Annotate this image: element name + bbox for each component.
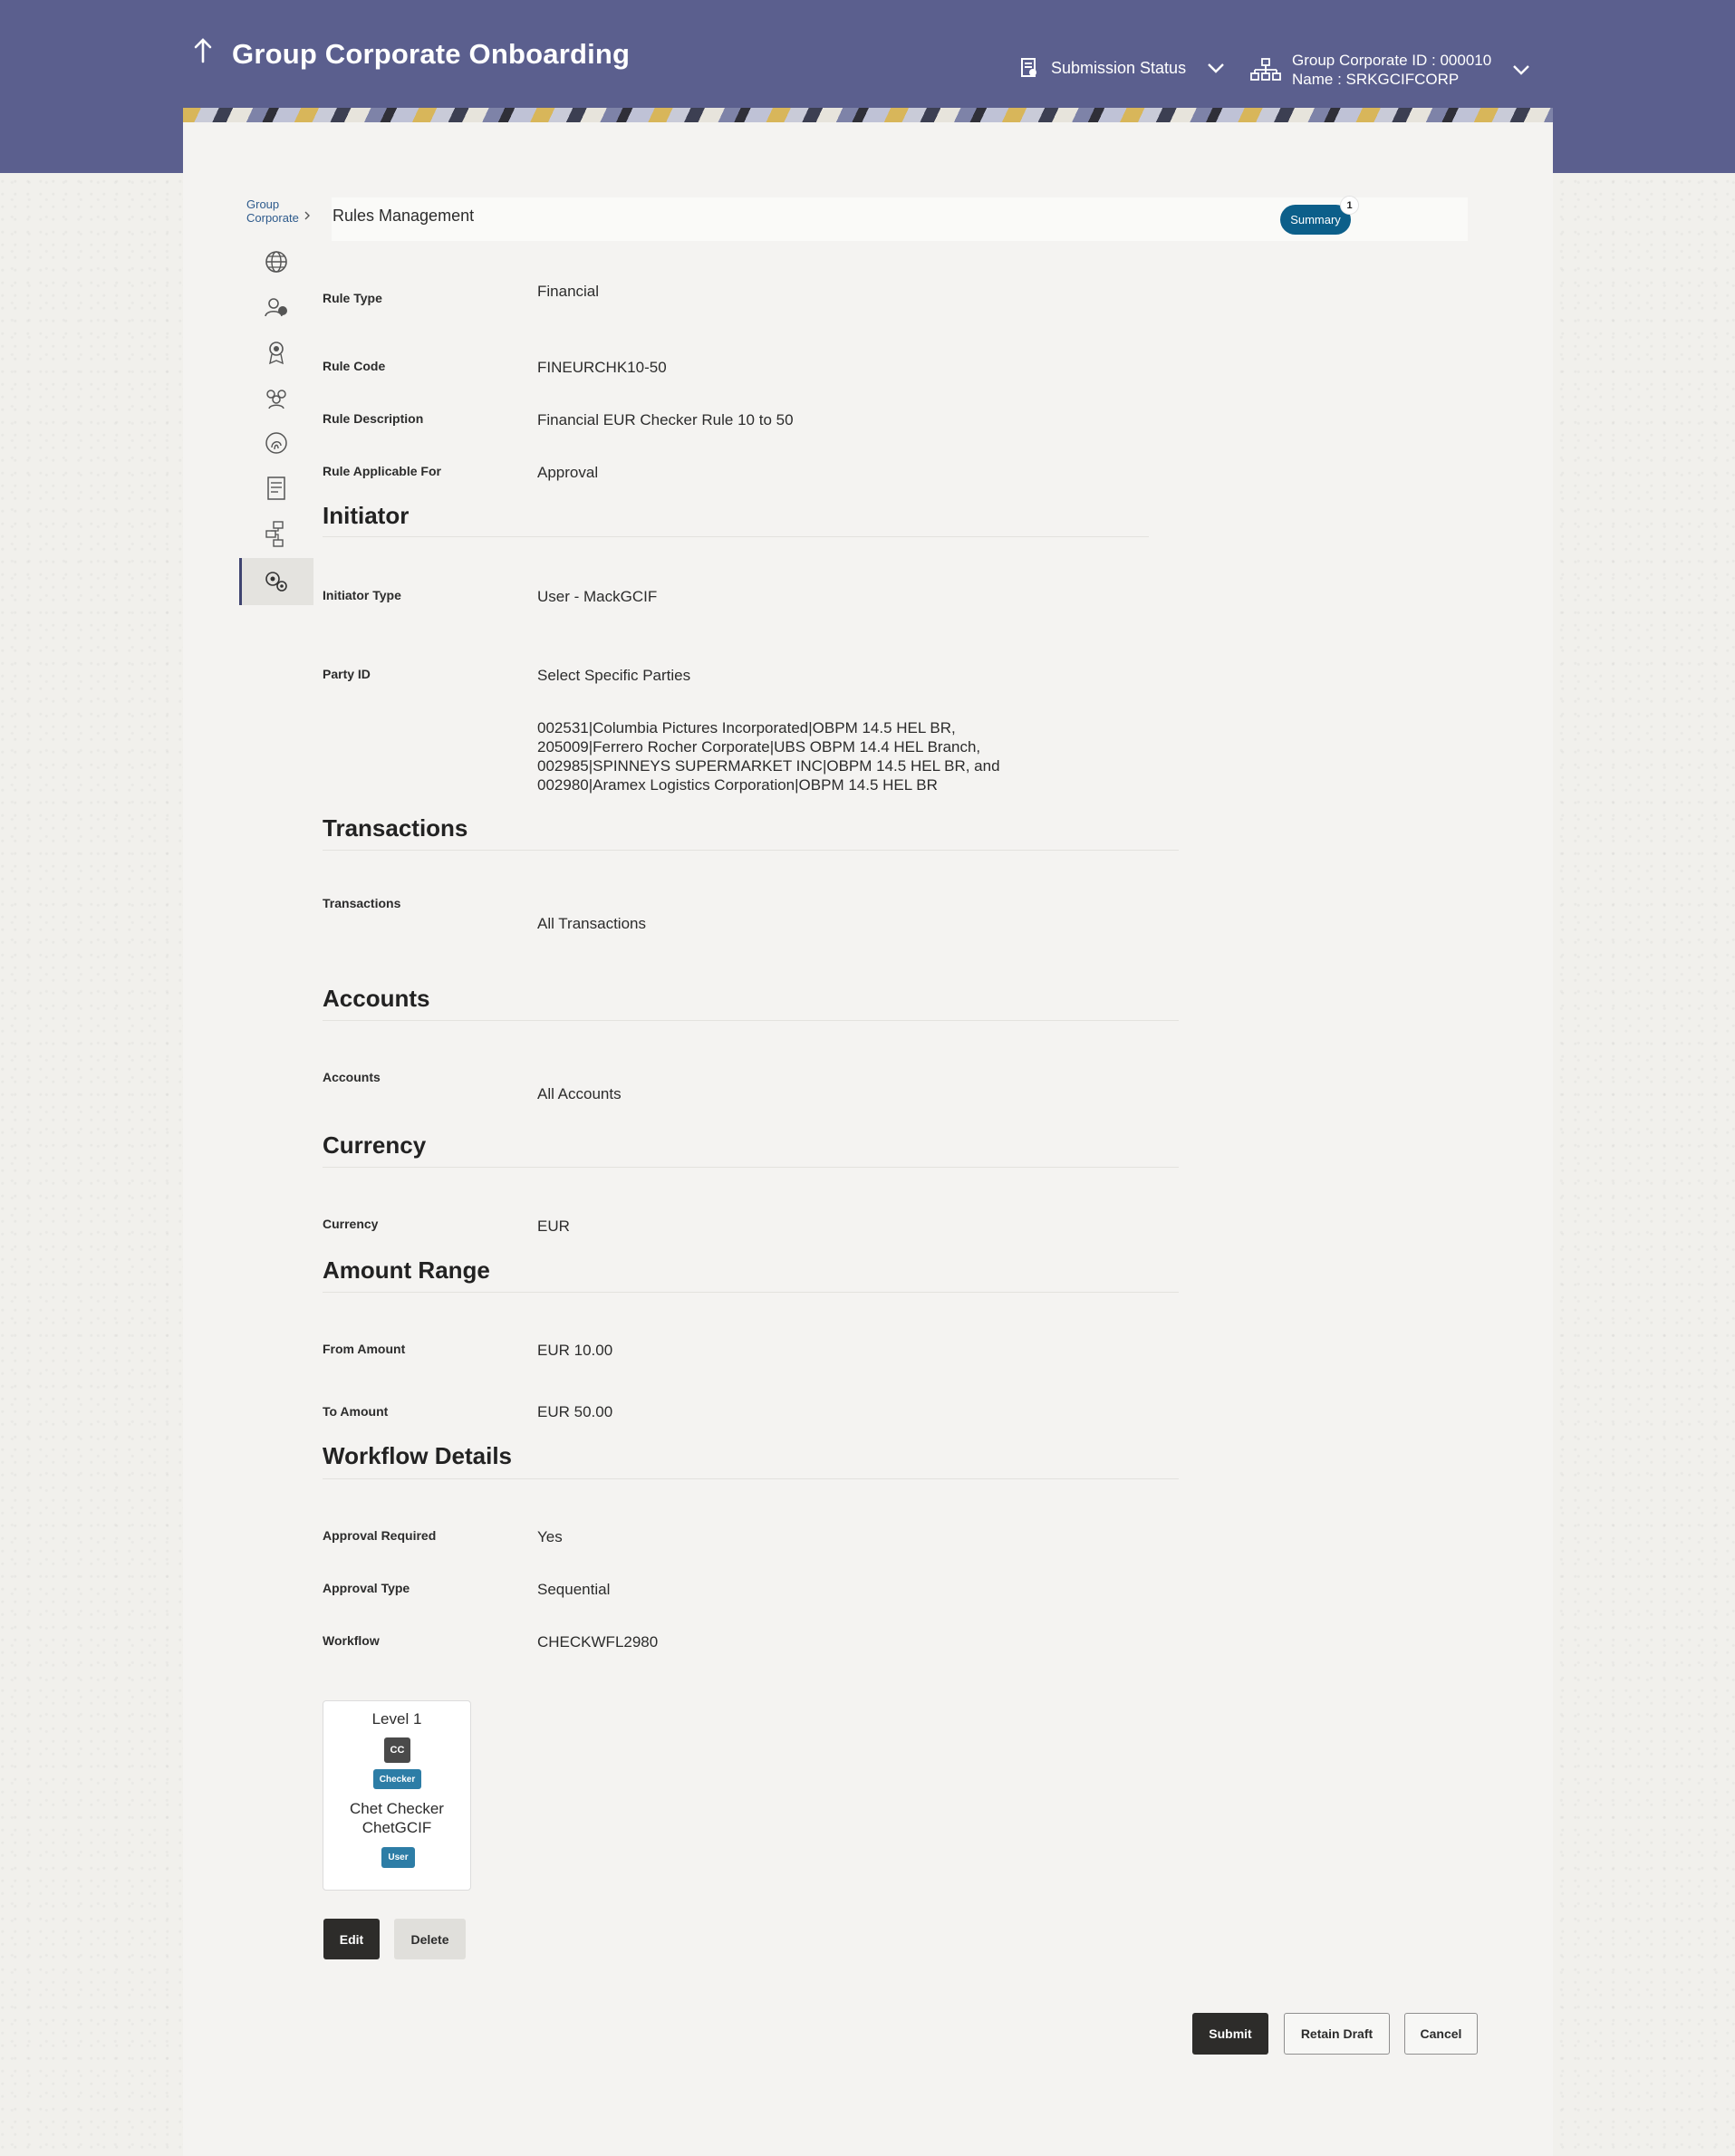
corporate-name: Name : SRKGCIFCORP xyxy=(1292,71,1460,88)
party-id-label: Party ID xyxy=(323,667,371,681)
workflow-value: CHECKWFL2980 xyxy=(537,1633,659,1651)
party-list-item: 002980|Aramex Logistics Corporation|OBPM… xyxy=(537,776,938,794)
party-list-item: 002531|Columbia Pictures Incorporated|OB… xyxy=(537,719,956,736)
section-initiator-title: Initiator xyxy=(323,502,410,529)
rule-code-label: Rule Code xyxy=(323,359,386,373)
section-divider xyxy=(323,1167,1179,1168)
section-currency-title: Currency xyxy=(323,1131,427,1159)
section-divider xyxy=(323,1020,1179,1021)
fingerprint-icon[interactable] xyxy=(261,428,292,458)
to-amount-label: To Amount xyxy=(323,1404,389,1419)
edit-button[interactable]: Edit xyxy=(323,1919,380,1959)
decorative-banner xyxy=(183,108,1553,122)
rules-icon[interactable] xyxy=(261,566,292,597)
approver-name: Chet Checker ChetGCIF xyxy=(323,1799,470,1837)
party-list-item: 205009|Ferrero Rocher Corporate|UBS OBPM… xyxy=(537,738,981,756)
avatar: CC xyxy=(384,1737,410,1763)
section-accounts-title: Accounts xyxy=(323,985,430,1012)
workflow-icon[interactable] xyxy=(261,518,292,549)
rule-type-value: Financial xyxy=(537,283,600,300)
app-title: Group Corporate Onboarding xyxy=(232,38,631,70)
chevron-right-icon xyxy=(304,211,310,220)
submission-status-dropdown[interactable]: Submission Status xyxy=(1020,54,1226,82)
retain-draft-button[interactable]: Retain Draft xyxy=(1284,2013,1390,2055)
level-title: Level 1 xyxy=(371,1710,422,1728)
user-type-badge: User xyxy=(381,1847,415,1868)
rule-description-value: Financial EUR Checker Rule 10 to 50 xyxy=(537,411,794,428)
transactions-label: Transactions xyxy=(323,896,401,910)
submission-status-label: Submission Status xyxy=(1051,58,1187,77)
from-amount-value: EUR 10.00 xyxy=(537,1342,613,1359)
globe-icon[interactable] xyxy=(261,246,292,277)
user-settings-icon[interactable] xyxy=(261,292,292,322)
breadcrumb-line2: Corporate xyxy=(246,211,299,225)
currency-value: EUR xyxy=(537,1218,570,1235)
section-divider xyxy=(323,536,1149,537)
section-divider xyxy=(323,1292,1179,1293)
accounts-value: All Accounts xyxy=(537,1085,622,1102)
page-title: Rules Management xyxy=(333,207,475,225)
party-list-item: 002985|SPINNEYS SUPERMARKET INC|OBPM 14.… xyxy=(537,757,1000,775)
chevron-down-icon xyxy=(1513,65,1530,75)
transactions-value: All Transactions xyxy=(537,915,646,932)
cancel-button[interactable]: Cancel xyxy=(1404,2013,1478,2055)
section-divider xyxy=(323,1478,1179,1479)
rule-code-value: FINEURCHK10-50 xyxy=(537,359,667,376)
document-icon[interactable] xyxy=(261,473,292,504)
delete-button[interactable]: Delete xyxy=(394,1919,466,1959)
approval-required-label: Approval Required xyxy=(323,1528,437,1543)
accounts-label: Accounts xyxy=(323,1070,381,1084)
rule-applicable-label: Rule Applicable For xyxy=(323,464,441,478)
to-amount-value: EUR 50.00 xyxy=(537,1403,613,1420)
initiator-type-label: Initiator Type xyxy=(323,588,401,602)
corporate-id: Group Corporate ID : 000010 xyxy=(1292,52,1492,69)
rule-applicable-value: Approval xyxy=(537,464,599,481)
approval-level-card: Level 1 CC Checker Chet Checker ChetGCIF… xyxy=(323,1700,471,1891)
workflow-label: Workflow xyxy=(323,1633,380,1648)
section-divider xyxy=(323,850,1179,851)
from-amount-label: From Amount xyxy=(323,1342,406,1356)
section-transactions-title: Transactions xyxy=(323,814,468,842)
currency-label: Currency xyxy=(323,1217,379,1231)
group-icon[interactable] xyxy=(261,382,292,413)
organization-icon xyxy=(1250,58,1281,81)
chevron-down-icon xyxy=(1208,63,1224,73)
approval-type-label: Approval Type xyxy=(323,1581,410,1595)
approver-full-name: Chet Checker xyxy=(350,1800,444,1817)
section-workflow-title: Workflow Details xyxy=(323,1442,513,1469)
party-list: 002531|Columbia Pictures Incorporated|OB… xyxy=(537,718,1045,794)
corporate-selector[interactable]: Group Corporate ID : 000010 Name : SRKGC… xyxy=(1250,51,1531,89)
back-arrow-icon[interactable] xyxy=(192,36,214,67)
summary-count-badge: 1 xyxy=(1340,196,1359,215)
role-badge: Checker xyxy=(373,1769,421,1789)
badge-icon[interactable] xyxy=(261,337,292,368)
party-id-value: Select Specific Parties xyxy=(537,667,691,684)
submission-document-icon xyxy=(1021,58,1036,77)
submit-button[interactable]: Submit xyxy=(1192,2013,1268,2055)
section-amount-range-title: Amount Range xyxy=(323,1256,490,1284)
approver-user-id: ChetGCIF xyxy=(361,1819,432,1836)
rule-description-label: Rule Description xyxy=(323,411,424,426)
rule-type-label: Rule Type xyxy=(323,291,382,305)
breadcrumb-group-corporate[interactable]: Group Corporate xyxy=(246,197,303,225)
breadcrumb-line1: Group xyxy=(246,197,280,211)
initiator-type-value: User - MackGCIF xyxy=(537,588,658,605)
approval-type-value: Sequential xyxy=(537,1581,611,1598)
approval-required-value: Yes xyxy=(537,1528,563,1545)
